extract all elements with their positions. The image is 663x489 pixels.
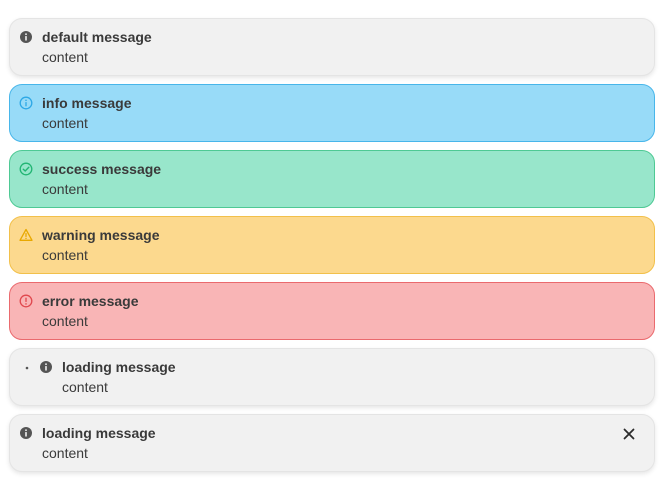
close-icon[interactable] — [622, 427, 636, 441]
toast-content: content — [42, 313, 88, 329]
info-icon — [40, 361, 52, 373]
toast-title: info message — [42, 95, 132, 111]
toast-content: content — [42, 445, 88, 461]
toast-loading: loading message content — [9, 348, 655, 406]
toast-title: success message — [42, 161, 162, 177]
toast-title: loading message — [42, 425, 156, 441]
toast-list: default message content info message con… — [0, 0, 663, 489]
warning-triangle-icon — [19, 228, 33, 241]
toast-error: error message content — [9, 282, 655, 340]
toast-title: loading message — [62, 359, 176, 375]
toast-title: default message — [42, 29, 152, 45]
info-icon — [20, 427, 32, 439]
loading-spinner-icon — [25, 366, 29, 370]
toast-content: content — [42, 49, 88, 65]
info-icon — [19, 96, 33, 110]
toast-title: warning message — [42, 227, 160, 243]
error-circle-icon — [19, 294, 33, 308]
toast-content: content — [42, 115, 88, 131]
info-icon — [20, 31, 32, 43]
toast-closable: loading message content — [9, 414, 655, 472]
toast-info: info message content — [9, 84, 655, 142]
toast-title: error message — [42, 293, 139, 309]
toast-content: content — [42, 181, 88, 197]
toast-content: content — [62, 379, 108, 395]
toast-success: success message content — [9, 150, 655, 208]
check-circle-icon — [19, 162, 33, 176]
toast-warning: warning message content — [9, 216, 655, 274]
toast-default: default message content — [9, 18, 655, 76]
toast-content: content — [42, 247, 88, 263]
